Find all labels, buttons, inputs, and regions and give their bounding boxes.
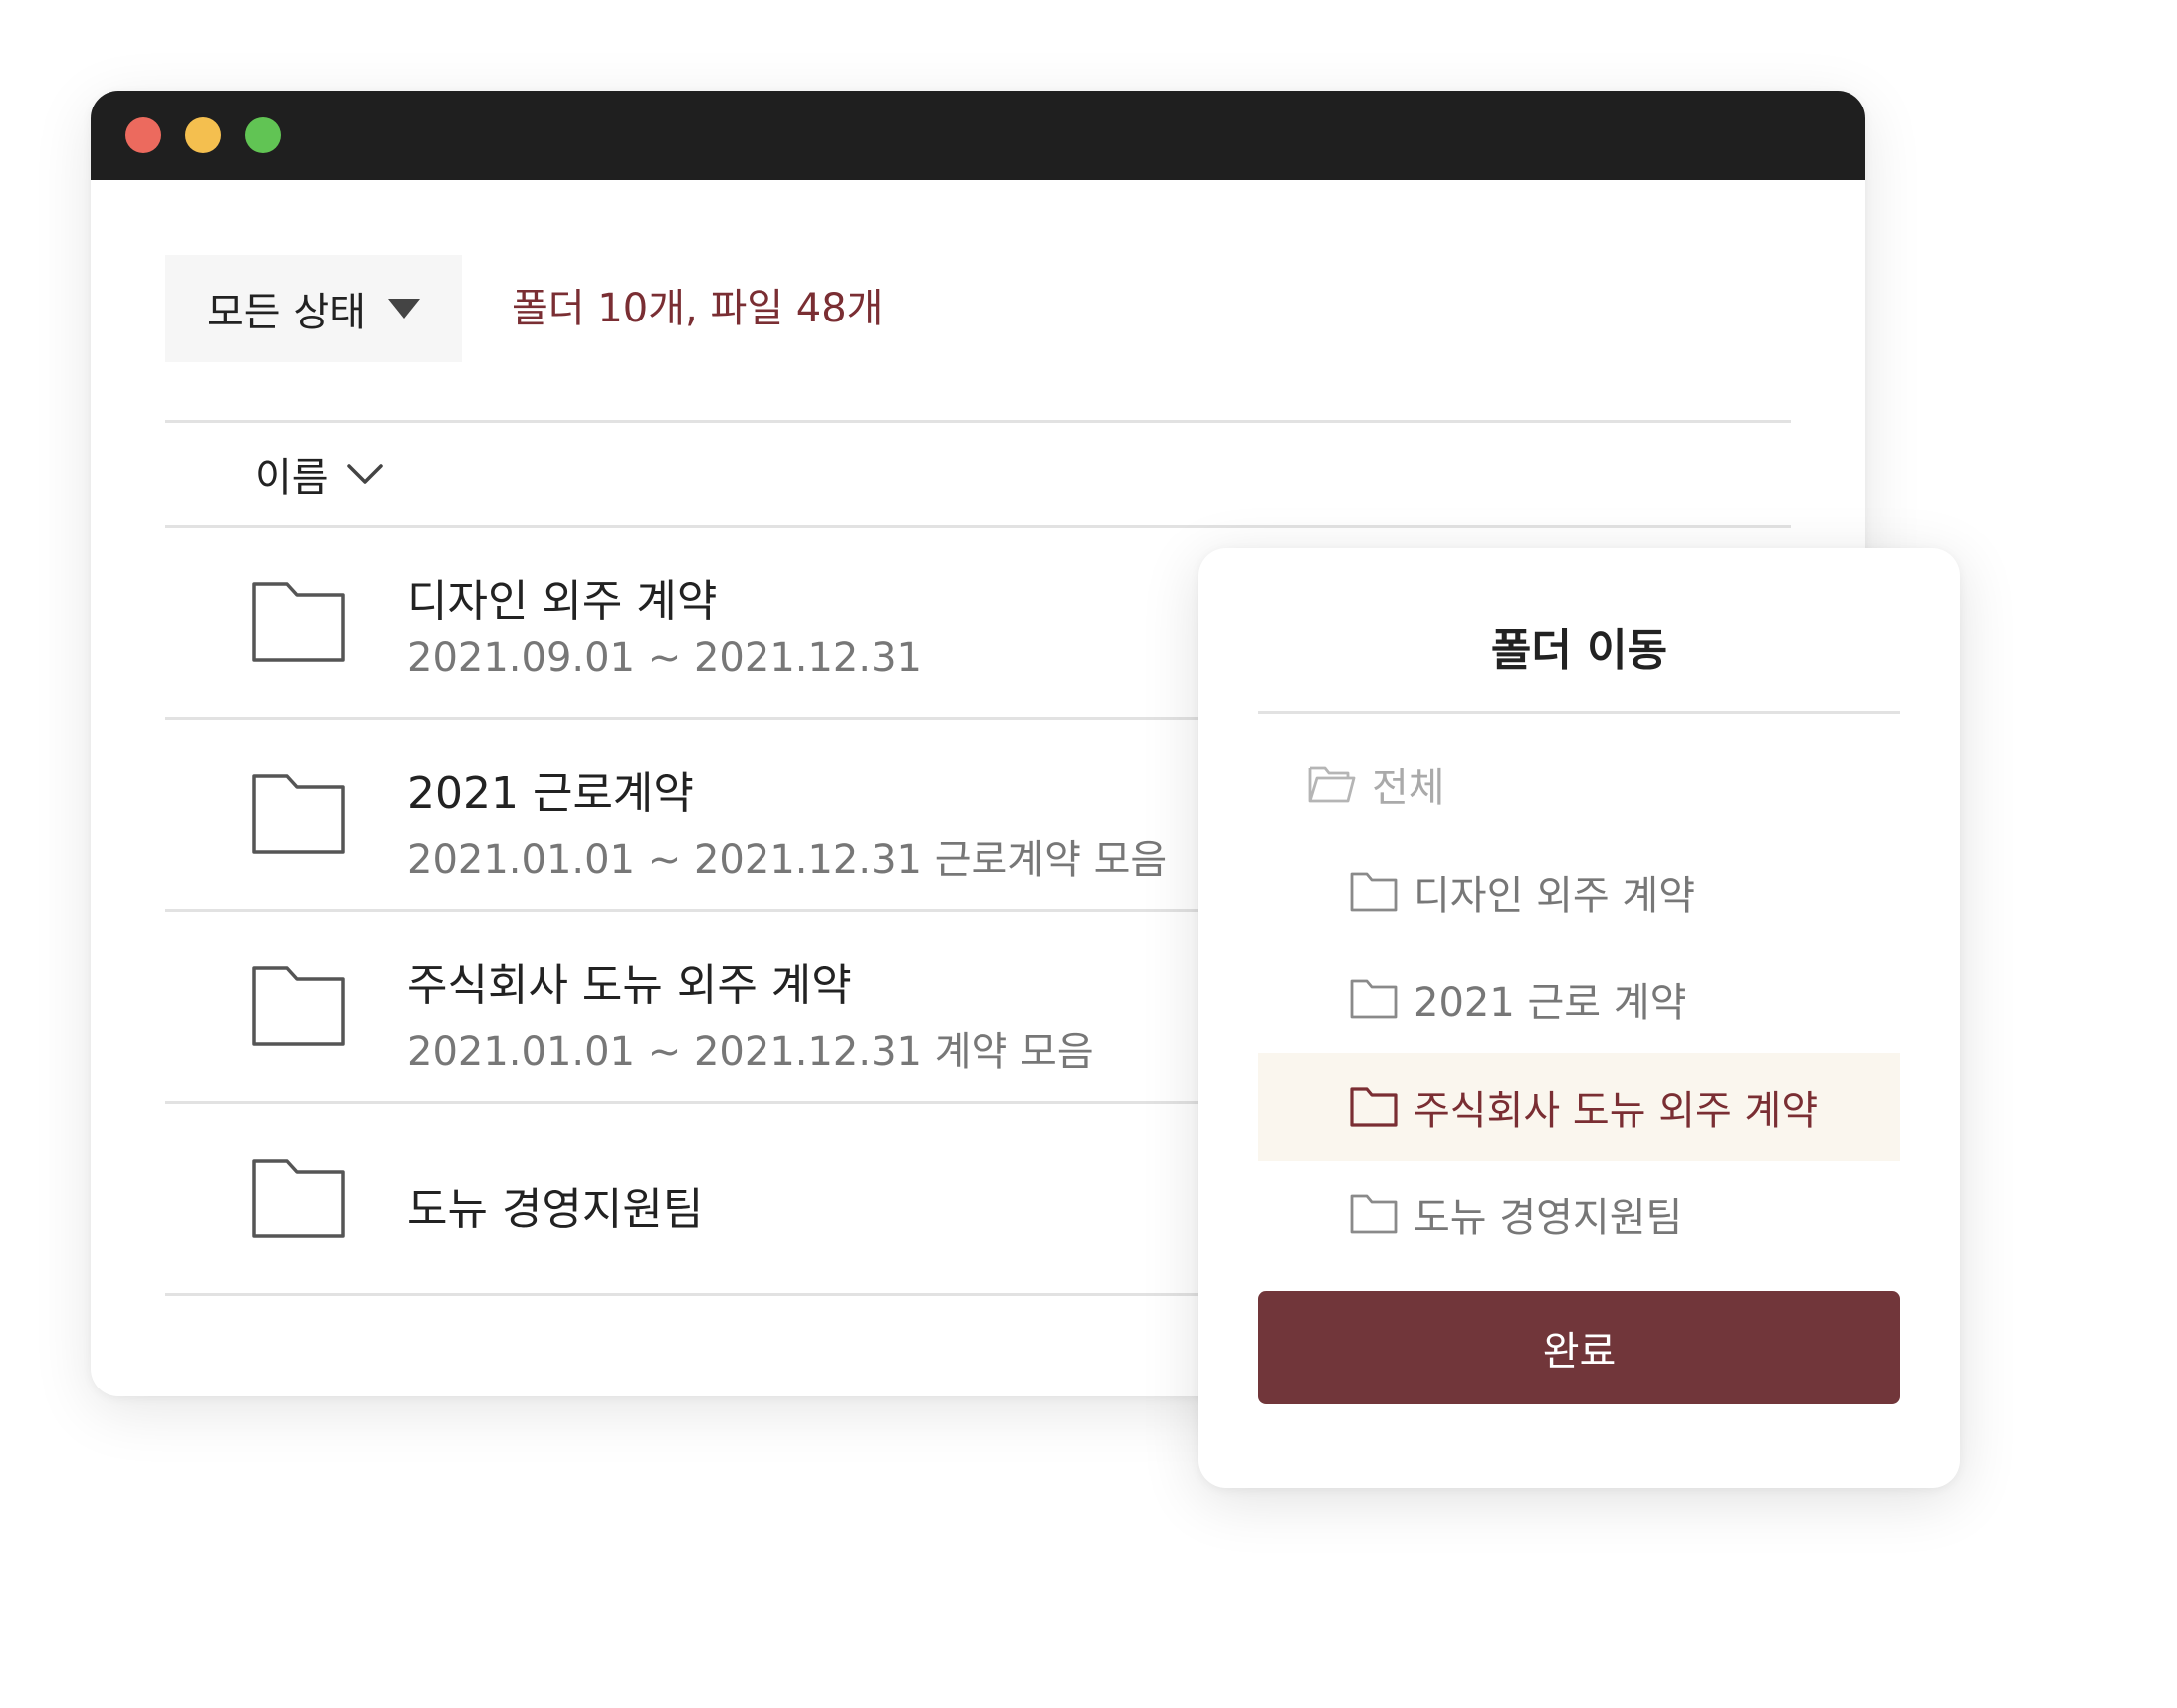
folder-icon: [252, 966, 345, 1046]
maximize-window-button[interactable]: [245, 117, 281, 153]
folder-title: 2021 근로계약: [407, 768, 694, 819]
chevron-down-icon: [346, 464, 383, 484]
folder-icon: [1350, 1194, 1398, 1234]
status-filter-label: 모든 상태: [207, 290, 366, 335]
open-folder-icon: [1308, 766, 1356, 803]
tree-item-root[interactable]: 전체: [1258, 731, 1900, 838]
close-window-button[interactable]: [125, 117, 161, 153]
tree-item-folder-selected[interactable]: 주식회사 도뉴 외주 계약: [1258, 1053, 1900, 1161]
tree-item-label: 도뉴 경영지원팀: [1414, 1195, 1683, 1241]
sort-label: 이름: [255, 455, 328, 501]
folder-title: 도뉴 경영지원팀: [407, 1184, 704, 1235]
dialog-divider: [1258, 711, 1900, 714]
folder-icon: [1350, 872, 1398, 912]
toolbar: 모든 상태 폴더 10개, 파일 48개: [165, 255, 1791, 362]
folder-subtitle: 2021.01.01 ~ 2021.12.31 근로계약 모음: [407, 837, 1168, 883]
tree-item-label: 전체: [1372, 765, 1445, 811]
tree-item-label: 2021 근로 계약: [1414, 980, 1687, 1026]
folder-icon: [252, 582, 345, 662]
sort-by-name-button[interactable]: 이름: [255, 423, 384, 525]
window-titlebar: [91, 91, 1865, 180]
tree-item-folder[interactable]: 도뉴 경영지원팀: [1258, 1161, 1900, 1268]
folder-title: 주식회사 도뉴 외주 계약: [407, 961, 852, 1011]
tree-item-folder[interactable]: 2021 근로 계약: [1258, 946, 1900, 1053]
folder-subtitle: 2021.09.01 ~ 2021.12.31: [407, 635, 922, 681]
folder-tree: 전체 디자인 외주 계약 2021 근로 계약 주식회사 도뉴 외주 계약 도뉴: [1258, 731, 1900, 1268]
move-folder-dialog: 폴더 이동 전체 디자인 외주 계약 2021 근로 계약 주식회사 도뉴 외주…: [1198, 548, 1960, 1488]
folder-subtitle: 2021.01.01 ~ 2021.12.31 계약 모음: [407, 1029, 1094, 1075]
tree-item-label: 디자인 외주 계약: [1414, 873, 1696, 919]
caret-down-icon: [387, 299, 420, 319]
folder-icon: [1350, 979, 1398, 1019]
folder-icon: [252, 1159, 345, 1238]
done-button[interactable]: 완료: [1258, 1291, 1900, 1404]
folder-title: 디자인 외주 계약: [407, 576, 718, 627]
minimize-window-button[interactable]: [185, 117, 221, 153]
item-count-text: 폴더 10개, 파일 48개: [512, 286, 884, 331]
folder-icon: [1350, 1087, 1398, 1127]
tree-item-label: 주식회사 도뉴 외주 계약: [1414, 1088, 1819, 1134]
tree-item-folder[interactable]: 디자인 외주 계약: [1258, 838, 1900, 946]
list-header: 이름: [165, 420, 1791, 528]
folder-icon: [252, 774, 345, 854]
status-filter-dropdown[interactable]: 모든 상태: [165, 255, 462, 362]
dialog-title: 폴더 이동: [1490, 625, 1668, 676]
